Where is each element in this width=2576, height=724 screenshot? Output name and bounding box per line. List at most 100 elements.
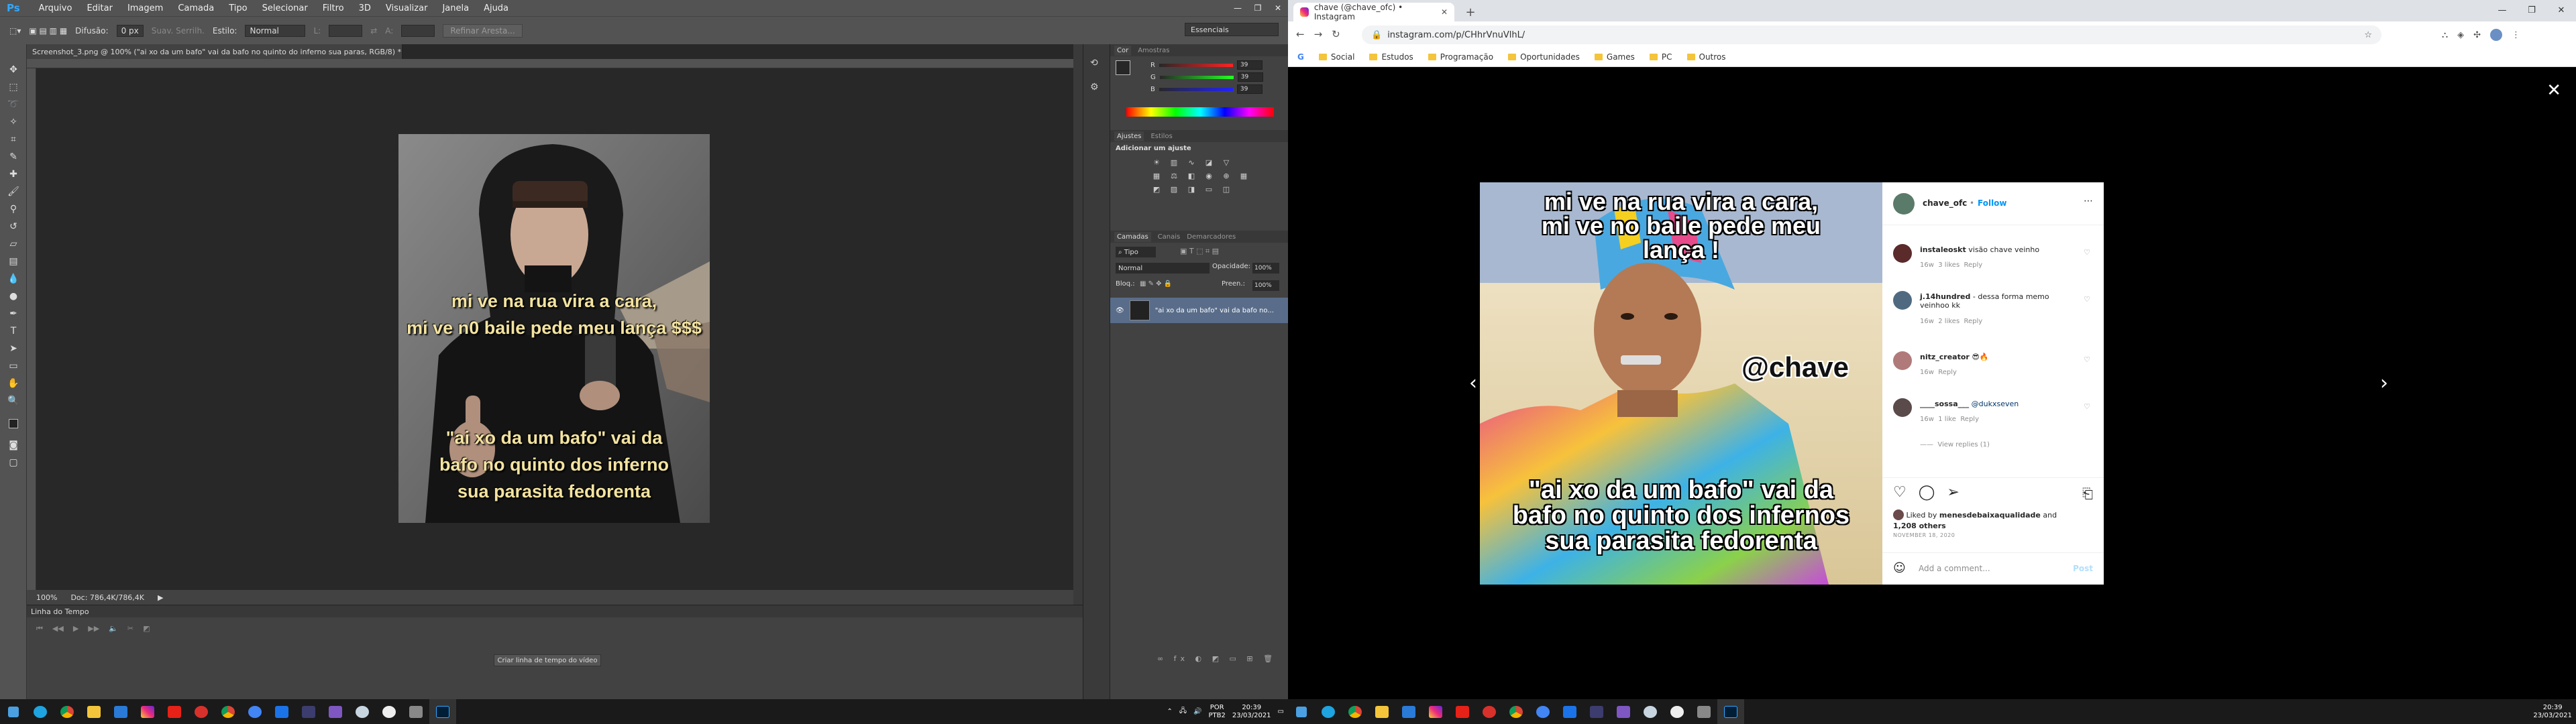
chrome-menu-icon[interactable]: ⋮ [2512, 30, 2520, 40]
clock[interactable]: 20:39 23/03/2021 [1232, 704, 1271, 720]
transition-icon[interactable]: ◩ [143, 624, 150, 634]
audio-icon[interactable]: 🔈 [109, 624, 118, 634]
explorer-icon[interactable] [1368, 699, 1395, 724]
quick-mask-icon[interactable]: ◙ [6, 438, 21, 452]
bookmark-google[interactable]: G [1297, 52, 1304, 62]
comment-avatar[interactable] [1893, 398, 1912, 417]
chrome-restore-icon[interactable]: ❐ [2517, 0, 2546, 20]
zoom-icon[interactable]: 🔍 [6, 394, 21, 408]
ps-menu-camada[interactable]: Camada [178, 3, 214, 13]
mail-icon[interactable] [1395, 699, 1422, 724]
comment-mention[interactable]: @dukxseven [1972, 400, 2019, 408]
blur-icon[interactable]: 💧 [6, 272, 21, 286]
edge-icon[interactable] [1315, 699, 1342, 724]
brush-icon[interactable]: 🖌 [6, 185, 21, 198]
gradient-map-icon[interactable]: ▭ [1203, 184, 1215, 194]
next-frame-icon[interactable]: ▶▶ [88, 624, 99, 634]
comment-user[interactable]: instaleoskt [1920, 245, 1966, 254]
keyboard-lang[interactable]: POR PTB2 [1209, 704, 1226, 720]
volume-icon[interactable]: 🔊 [1193, 708, 1201, 715]
start-icon[interactable] [0, 699, 27, 724]
edge-icon[interactable] [27, 699, 54, 724]
lookup-icon[interactable]: ▦ [1238, 171, 1250, 180]
chrome-icon[interactable] [54, 699, 80, 724]
width-input[interactable] [329, 24, 363, 37]
mixer-icon[interactable]: ⊕ [1220, 171, 1232, 180]
lasso-icon[interactable]: ➰ [6, 98, 21, 111]
chrome2-icon[interactable] [1503, 699, 1529, 724]
forward-icon[interactable]: → [1314, 28, 1323, 40]
tab-amostras[interactable]: Amostras [1138, 47, 1169, 54]
app-red-icon[interactable] [1476, 699, 1503, 724]
chrome-tab[interactable]: chave (@chave_ofc) • Instagram ✕ [1293, 3, 1454, 21]
layer-name[interactable]: "ai xo da um bafo" vai da bafo no... [1155, 307, 1274, 314]
tab-cor[interactable]: Cor [1114, 45, 1132, 56]
layer-footer-icons[interactable]: ∞ fx ◐ ◩ ▭ ⊞ 🗑 [1157, 654, 1277, 663]
swap-icon[interactable]: ⇄ [370, 26, 377, 36]
next-post-icon[interactable]: › [2380, 371, 2388, 395]
ps-menu-imagem[interactable]: Imagem [127, 3, 163, 13]
ps-close-icon[interactable]: ✕ [1268, 0, 1288, 16]
ps-menu-arquivo[interactable]: Arquivo [39, 3, 72, 13]
bw-icon[interactable]: ◧ [1185, 171, 1197, 180]
view-replies[interactable]: —— View replies (1) [1920, 441, 1990, 448]
layer-kind-filter[interactable]: ⌕ Tipo [1116, 247, 1156, 257]
comment-reply[interactable]: Reply [1964, 318, 1983, 325]
post-image[interactable]: mi ve na rua vira a cara, mi ve no baile… [1480, 182, 1882, 585]
blend-mode-select[interactable]: Normal [1116, 263, 1210, 274]
lock-icon[interactable]: 🔒 [1371, 30, 1382, 40]
bookmark-social[interactable]: Social [1318, 52, 1354, 62]
new-tab-icon[interactable]: + [1461, 3, 1480, 21]
ps-menu-editar[interactable]: Editar [87, 3, 113, 13]
comment-user[interactable]: j.14hundred [1920, 292, 1970, 301]
red-value[interactable]: 39 [1236, 60, 1263, 70]
tab-canais[interactable]: Canais [1158, 233, 1181, 241]
prev-frame-icon[interactable]: ◀◀ [52, 624, 64, 634]
bookmark-pc[interactable]: PC [1649, 52, 1672, 62]
bookmark-estudos[interactable]: Estudos [1369, 52, 1413, 62]
extension-icon[interactable]: ◈ [2457, 30, 2464, 40]
modal-close-icon[interactable]: ✕ [2546, 80, 2561, 101]
xbox-icon[interactable] [376, 699, 402, 724]
height-input[interactable] [401, 24, 435, 37]
comment-like-icon[interactable]: ♡ [2084, 355, 2090, 364]
chrome-minimize-icon[interactable]: — [2487, 0, 2517, 20]
comment-like-icon[interactable]: ♡ [2084, 402, 2090, 411]
ps-vertical-scrollbar[interactable] [1073, 44, 1083, 605]
levels-icon[interactable]: ▥ [1168, 158, 1180, 167]
store-icon[interactable] [1556, 699, 1583, 724]
prev-post-icon[interactable]: ‹ [1469, 371, 1477, 395]
steam-icon[interactable] [349, 699, 376, 724]
comment-input[interactable]: Add a comment... [1919, 564, 1990, 573]
photoshop-taskbar-icon[interactable] [1717, 699, 1744, 724]
comment-user[interactable]: nitz_creator [1920, 353, 1970, 361]
ps-minimize-icon[interactable]: — [1228, 0, 1248, 16]
marquee-tool-icon[interactable]: ⬚▾ [9, 26, 21, 36]
tab-camadas[interactable]: Camadas [1114, 231, 1151, 242]
bookmark-oportunidades[interactable]: Oportunidades [1508, 52, 1580, 62]
comment-reply[interactable]: Reply [1938, 369, 1957, 376]
refine-edge-button[interactable]: Refinar Aresta... [443, 23, 523, 38]
gradient-icon[interactable]: ▤ [6, 255, 21, 268]
comment-likes[interactable]: 1 like [1938, 416, 1956, 423]
vscode-icon[interactable] [1610, 699, 1637, 724]
stamp-icon[interactable]: ⚲ [6, 202, 21, 216]
posterize-icon[interactable]: ▨ [1168, 184, 1180, 194]
move-tool-icon[interactable]: ✥ [6, 63, 21, 76]
hue-icon[interactable]: ▦ [1150, 171, 1163, 180]
app-dark-icon[interactable] [295, 699, 322, 724]
maps-icon[interactable] [1529, 699, 1556, 724]
bookmark-star-icon[interactable]: ☆ [2364, 30, 2372, 40]
youtube-icon[interactable] [161, 699, 188, 724]
author-avatar[interactable] [1893, 193, 1915, 215]
tab-demarcadores[interactable]: Demarcadores [1187, 233, 1236, 241]
tab-close-icon[interactable]: ✕ [1441, 7, 1448, 17]
save-icon[interactable]: ⎗ [2082, 485, 2093, 501]
invert-icon[interactable]: ◩ [1150, 184, 1163, 194]
store-icon[interactable] [268, 699, 295, 724]
balance-icon[interactable]: ⚖ [1168, 171, 1180, 180]
app-cat-icon[interactable] [1690, 699, 1717, 724]
scissors-icon[interactable]: ✂ [127, 624, 133, 634]
status-arrow-icon[interactable]: ▶ [158, 593, 163, 602]
healing-icon[interactable]: ✚ [6, 168, 21, 181]
